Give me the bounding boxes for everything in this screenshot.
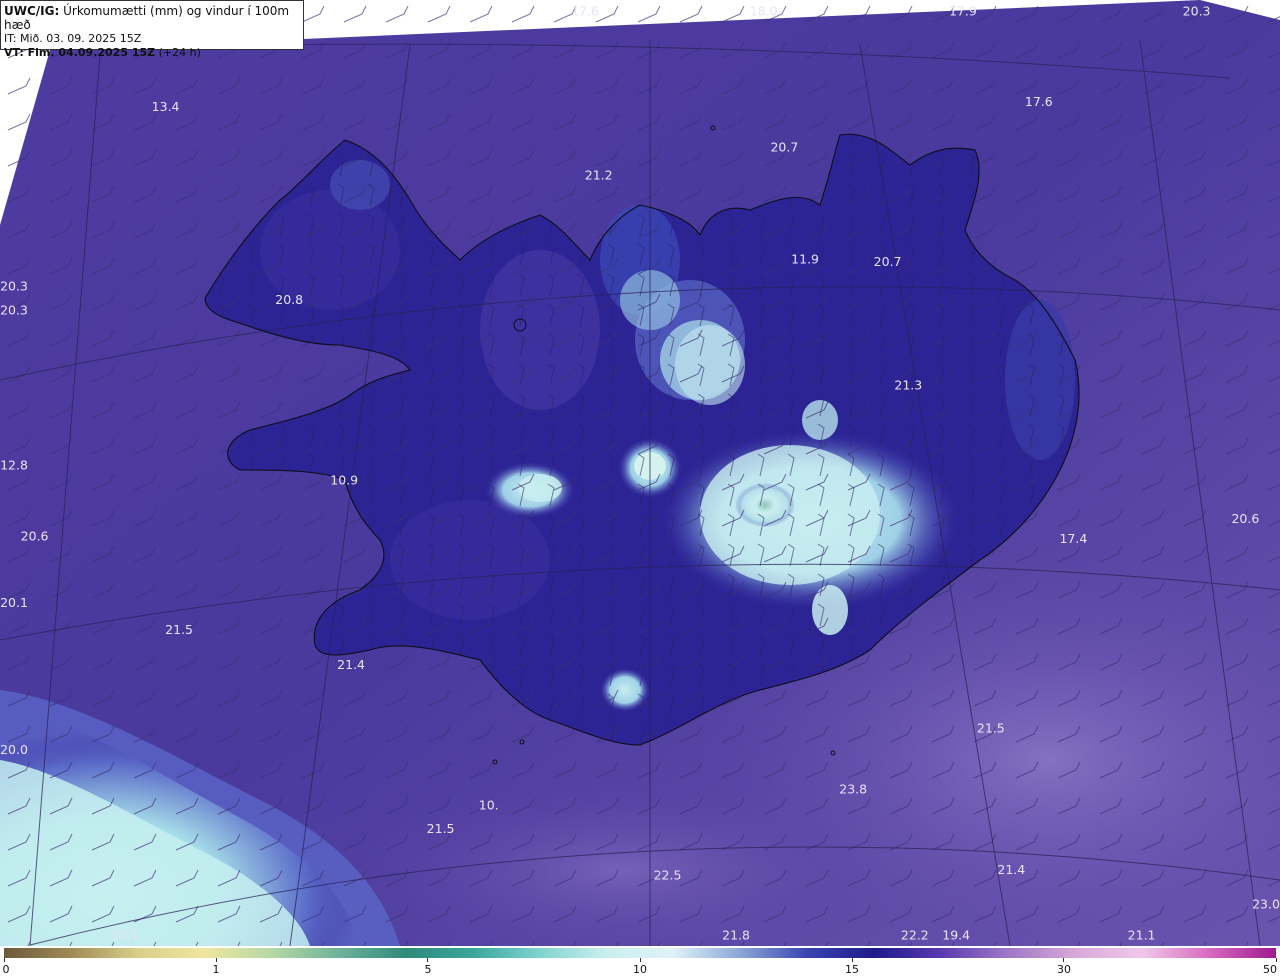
point-value-label: 21.4 (337, 657, 365, 672)
point-value-label: 23.8 (839, 782, 867, 797)
point-value-label: 21.5 (977, 720, 1005, 735)
map-canvas: 18.818.017.920.317.620.013.417.620.721.2… (0, 0, 1280, 946)
point-value-label: 17.4 (1059, 531, 1087, 546)
point-value-label: 22.2 (901, 928, 929, 943)
map-info-box: UWC/IG: Úrkomumætti (mm) og vindur í 100… (0, 0, 304, 59)
title-line: UWC/IG: Úrkomumætti (mm) og vindur í 100… (4, 4, 300, 32)
colorbar-tick (215, 958, 217, 962)
point-value-label: 17.9 (949, 4, 977, 19)
weather-map: 18.818.017.920.317.620.013.417.620.721.2… (0, 0, 1280, 978)
colorbar-tick-label: 15 (845, 963, 860, 976)
point-value-label: 23.0 (1252, 897, 1280, 912)
colorbar-tick-label: 0 (2, 963, 10, 976)
colorbar-strip (4, 948, 1276, 958)
colorbar-tick (851, 958, 853, 962)
colorbar-tick-label: 5 (424, 963, 432, 976)
colorbar: 0 1 5 10 15 30 50 (0, 946, 1280, 978)
valid-offset: (+24 h) (158, 46, 201, 59)
point-value-label: 18.0 (750, 4, 778, 19)
point-value-label: 20.0 (0, 742, 28, 757)
point-value-label: 21.1 (1128, 928, 1156, 943)
point-value-label: 10.1 (111, 928, 139, 943)
point-value-label: 22.5 (654, 867, 682, 882)
valid-time: VT: Fim. 04.09.2025 15Z (4, 46, 156, 59)
valid-time-line: VT: Fim. 04.09.2025 15Z (+24 h) (4, 46, 300, 60)
point-value-label: 20.7 (874, 254, 902, 269)
point-value-label: 20.6 (21, 529, 49, 544)
point-value-label: 20.3 (0, 279, 28, 294)
product-code: UWC/IG: (4, 4, 60, 18)
point-value-label: 20.8 (275, 292, 303, 307)
point-value-label: 21.5 (165, 622, 193, 637)
point-value-label: 12.8 (0, 458, 28, 473)
point-value-label: 17.6 (1025, 94, 1053, 109)
issue-time: IT: Mið. 03. 09. 2025 15Z (4, 32, 142, 45)
point-value-label: 17.6 (571, 4, 599, 19)
colorbar-tick (639, 958, 641, 962)
colorbar-tick (1275, 958, 1277, 962)
point-value-label: 19.4 (942, 928, 970, 943)
colorbar-tick (427, 958, 429, 962)
point-value-label: 20.6 (1231, 511, 1259, 526)
colorbar-tick-label: 1 (212, 963, 220, 976)
point-value-label: 10.9 (330, 472, 358, 487)
point-value-label: 20.1 (0, 595, 28, 610)
colorbar-tick-label: 50 (1263, 963, 1277, 976)
colorbar-tick (1063, 958, 1065, 962)
point-value-label: 11.9 (791, 252, 819, 267)
point-value-label: 21.3 (894, 378, 922, 393)
point-value-label: 21.8 (722, 928, 750, 943)
point-value-label: 20.3 (1183, 4, 1211, 19)
colorbar-tick-label: 30 (1056, 963, 1071, 976)
colorbar-tick-label: 10 (633, 963, 647, 976)
point-value-label: 20.3 (0, 303, 28, 318)
point-value-label: 10. (479, 798, 499, 813)
point-value-label: 21.5 (427, 821, 455, 836)
colorbar-tick (3, 958, 5, 962)
point-value-label: 20.7 (770, 140, 798, 155)
point-value-label: 21.2 (585, 167, 613, 182)
point-value-label: 21.4 (997, 862, 1025, 877)
point-value-label: 13.4 (152, 99, 180, 114)
